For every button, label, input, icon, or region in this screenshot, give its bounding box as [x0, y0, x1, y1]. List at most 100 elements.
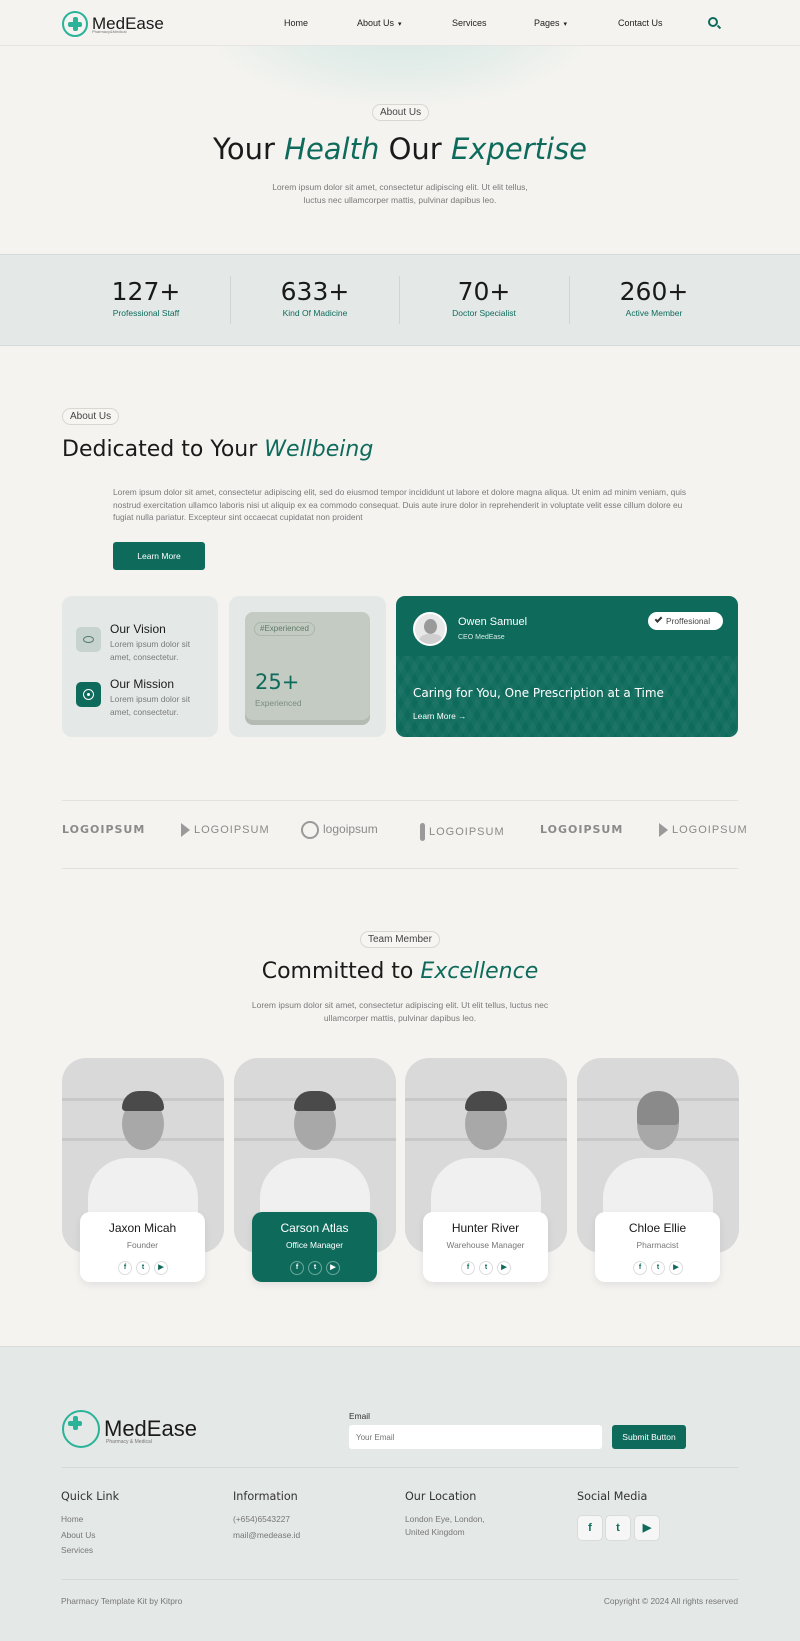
vision-text: Lorem ipsum dolor sit amet, consectetur.: [110, 639, 191, 662]
team-member-card[interactable]: Jaxon Micah Founder f t ▶: [62, 1058, 224, 1318]
eye-icon: [76, 627, 101, 652]
footer-link-about[interactable]: About Us: [61, 1528, 95, 1544]
team-text: Lorem ipsum dolor sit amet, consectetur …: [0, 999, 800, 1024]
logo-cross-icon: [62, 11, 88, 37]
email-label: Email: [349, 1411, 370, 1421]
stat-number: 70+: [457, 277, 511, 306]
nav-home[interactable]: Home: [284, 18, 308, 28]
team-pill: Team Member: [360, 931, 440, 948]
search-icon[interactable]: [708, 17, 718, 27]
email-field[interactable]: [349, 1425, 602, 1449]
partner-logo: LOGOIPSUM: [540, 823, 624, 836]
about-title: Dedicated to Your Wellbeing: [62, 437, 373, 462]
mission-title: Our Mission: [110, 677, 175, 691]
ceo-learn-more-link[interactable]: Learn More →: [413, 711, 467, 721]
hero-title: Your Health Our Expertise: [0, 132, 800, 166]
stat-label: Active Member: [625, 308, 683, 318]
twitter-icon[interactable]: t: [308, 1261, 322, 1275]
experience-label: Experienced: [255, 698, 302, 708]
youtube-icon[interactable]: ▶: [154, 1261, 168, 1275]
logo[interactable]: MedEase Pharmacy&Medical: [62, 11, 164, 37]
footer-credit: Pharmacy Template Kit by Kitpro: [61, 1596, 183, 1606]
submit-button[interactable]: Submit Button: [612, 1425, 686, 1449]
logo-leaf-icon: [420, 823, 425, 841]
vision-title: Our Vision: [110, 622, 166, 636]
footer-phone[interactable]: (+654)6543227: [233, 1512, 290, 1528]
twitter-icon[interactable]: t: [651, 1261, 665, 1275]
member-name: Chloe Ellie: [628, 1221, 687, 1235]
check-icon: [654, 615, 663, 623]
avatar: [413, 612, 447, 646]
member-name: Carson Atlas: [280, 1221, 349, 1235]
badge-label: Proffesional: [666, 616, 711, 626]
ceo-name: Owen Samuel: [458, 616, 528, 628]
member-info: Carson Atlas Office Manager f t ▶: [252, 1212, 377, 1282]
status-badge: Proffesional: [648, 612, 723, 630]
member-socials: f t ▶: [461, 1261, 511, 1275]
youtube-icon[interactable]: ▶: [497, 1261, 511, 1275]
footer-logo-text: MedEase: [104, 1416, 197, 1441]
logo-tagline: Pharmacy&Medical: [92, 29, 127, 34]
facebook-icon[interactable]: f: [577, 1515, 603, 1541]
partner-logo-text: logoipsum: [323, 821, 378, 836]
member-info: Hunter River Warehouse Manager f t ▶: [423, 1212, 548, 1282]
hero-text-line-2: luctus nec ullamcorper mattis, pulvinar …: [303, 194, 497, 205]
logo-ring-icon: [301, 821, 319, 839]
stat-label: Professional Staff: [112, 308, 180, 318]
nav-about-us[interactable]: About Us ▾: [357, 18, 402, 28]
learn-more-button[interactable]: Learn More: [113, 542, 205, 570]
footer-logo-tagline: Pharmacy & Medical: [106, 1439, 152, 1445]
about-title-a: Dedicated to Your: [62, 437, 265, 462]
youtube-icon[interactable]: ▶: [326, 1261, 340, 1275]
footer-link-services[interactable]: Services: [61, 1543, 93, 1559]
team-title-b: Excellence: [420, 959, 539, 984]
stat-item: 260+ Active Member: [569, 255, 739, 318]
hero-title-d: Expertise: [450, 132, 587, 166]
twitter-icon[interactable]: t: [136, 1261, 150, 1275]
ceo-role: CEO MedEase: [458, 634, 505, 641]
youtube-icon[interactable]: ▶: [634, 1515, 660, 1541]
member-role: Pharmacist: [636, 1240, 679, 1250]
facebook-icon[interactable]: f: [290, 1261, 304, 1275]
partner-logo-text: LOGOIPSUM: [672, 823, 748, 836]
ceo-quote: Caring for You, One Prescription at a Ti…: [413, 686, 664, 700]
about-text: Lorem ipsum dolor sit amet, consectetur …: [113, 487, 687, 523]
twitter-icon[interactable]: t: [479, 1261, 493, 1275]
partner-logo-text: LOGOIPSUM: [429, 825, 505, 838]
nav-services[interactable]: Services: [452, 18, 487, 28]
location-title: Our Location: [405, 1490, 477, 1503]
nav-pages[interactable]: Pages ▾: [534, 18, 567, 28]
member-socials: f t ▶: [633, 1261, 683, 1275]
team-member-card[interactable]: Chloe Ellie Pharmacist f t ▶: [577, 1058, 739, 1318]
divider: [62, 868, 738, 869]
footer-logo[interactable]: MedEase Pharmacy & Medical: [62, 1410, 197, 1448]
twitter-icon[interactable]: t: [605, 1515, 631, 1541]
member-role: Warehouse Manager: [446, 1240, 525, 1250]
team-text-line-2: ullamcorper mattis, pulvinar dapibus leo…: [323, 1012, 477, 1023]
target-icon: [76, 682, 101, 707]
stat-number: 633+: [280, 277, 350, 306]
nav-contact-us[interactable]: Contact Us: [618, 18, 663, 28]
footer-email[interactable]: mail@medease.id: [233, 1528, 300, 1544]
facebook-icon[interactable]: f: [461, 1261, 475, 1275]
photo-hair: [637, 1091, 679, 1125]
footer-link-home[interactable]: Home: [61, 1512, 83, 1528]
team-member-card[interactable]: Hunter River Warehouse Manager f t ▶: [405, 1058, 567, 1318]
photo-hair: [122, 1091, 164, 1111]
nav-pages-label: Pages: [534, 18, 560, 28]
stat-label: Doctor Specialist: [452, 308, 516, 318]
partner-logo: LOGOIPSUM: [659, 823, 748, 837]
about-pill: About Us: [62, 408, 120, 425]
youtube-icon[interactable]: ▶: [669, 1261, 683, 1275]
team-member-card[interactable]: Carson Atlas Office Manager f t ▶: [234, 1058, 396, 1318]
nav-about-label: About Us: [357, 18, 395, 28]
photo-hair: [294, 1091, 336, 1111]
experience-tag: #Experienced: [254, 622, 315, 636]
chevron-down-icon: ▾: [398, 21, 402, 28]
partner-logo: LOGOIPSUM: [181, 823, 270, 837]
facebook-icon[interactable]: f: [118, 1261, 132, 1275]
stat-item: 127+ Professional Staff: [61, 255, 231, 318]
location-line-2: United Kingdom: [405, 1527, 465, 1537]
facebook-icon[interactable]: f: [633, 1261, 647, 1275]
social-media-title: Social Media: [577, 1490, 648, 1503]
